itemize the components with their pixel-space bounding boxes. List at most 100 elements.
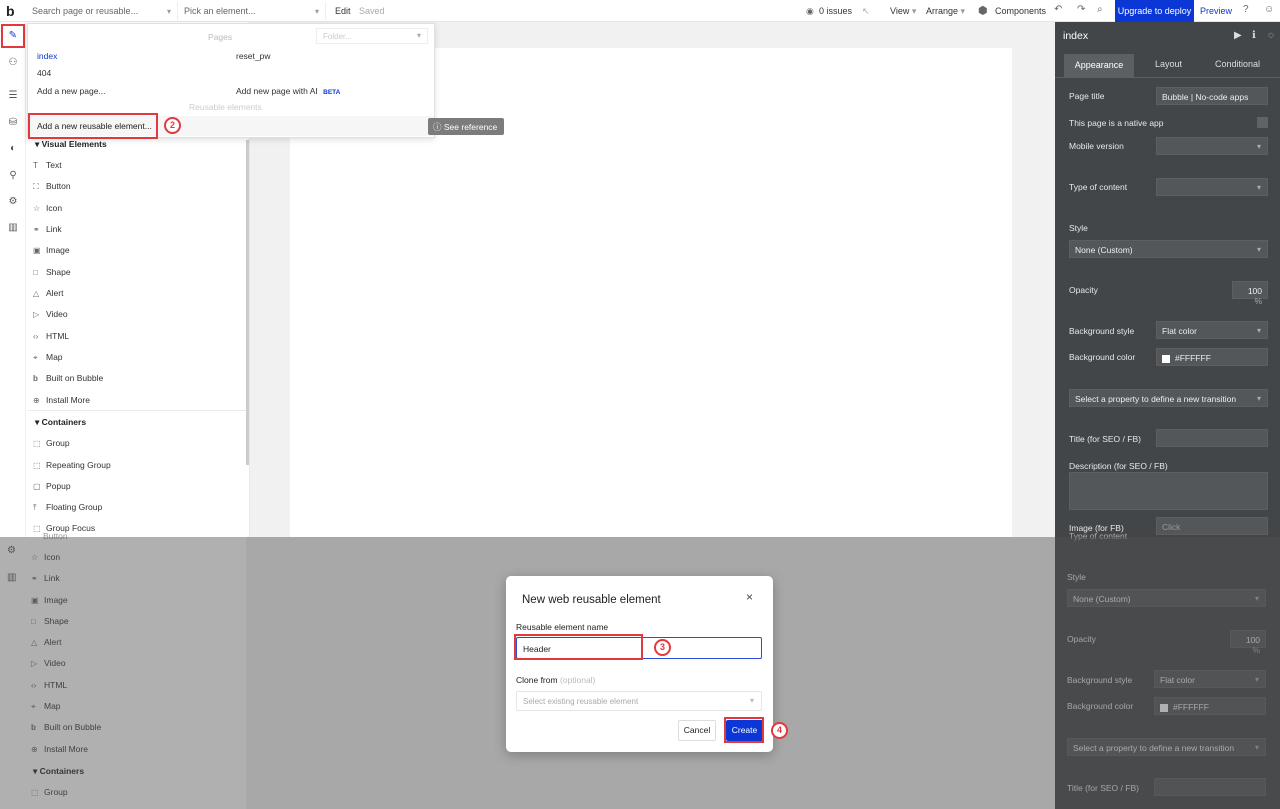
play-icon[interactable]: ▶ xyxy=(1234,30,1242,41)
element-built-on-bubble[interactable]: b Built on Bubble xyxy=(33,373,103,383)
tab-appearance[interactable]: Appearance xyxy=(1064,54,1134,77)
page-item-404[interactable]: 404 xyxy=(37,68,51,78)
seo-description-input[interactable] xyxy=(1069,472,1268,510)
saved-status: Saved xyxy=(359,6,385,16)
page-item-reset-pw[interactable]: reset_pw xyxy=(236,51,271,61)
opacity-unit: % xyxy=(1254,296,1262,306)
element-install-more[interactable]: ⊕ Install More xyxy=(33,395,90,405)
element-picker-label: Pick an element... xyxy=(184,6,256,16)
type-of-content-label: Type of content xyxy=(1069,182,1128,192)
add-page-with-ai[interactable]: Add new page with AI BETA xyxy=(236,86,340,96)
element-repeating-group[interactable]: ⬚ Repeating Group xyxy=(33,460,111,470)
element-group[interactable]: ⬚ Group xyxy=(33,438,70,448)
chevron-down-icon: ▾ xyxy=(1256,245,1261,254)
styles-icon[interactable]: ◐ xyxy=(7,143,19,155)
page-title-input[interactable]: Bubble | No-code apps xyxy=(1156,87,1268,105)
preview-button[interactable]: Preview xyxy=(1200,6,1232,16)
comment-icon[interactable]: ◌ xyxy=(1268,30,1274,41)
native-app-checkbox[interactable] xyxy=(1257,117,1268,128)
element-video[interactable]: ▷ Video xyxy=(33,309,68,319)
database-icon[interactable]: ⛁ xyxy=(7,117,19,129)
bubble-icon: b xyxy=(33,374,38,383)
bg-style-select[interactable]: Flat color ▾ xyxy=(1156,321,1268,339)
element-label: Repeating Group xyxy=(46,460,111,470)
see-reference-button[interactable]: ⓘ See reference xyxy=(428,118,504,135)
data-icon[interactable]: ☰ xyxy=(7,90,19,102)
native-app-label: This page is a native app xyxy=(1069,118,1164,128)
clone-from-select[interactable]: Select existing reusable element ▾ xyxy=(516,691,762,711)
tab-conditional[interactable]: Conditional xyxy=(1215,59,1260,69)
undo-icon[interactable]: ↶ xyxy=(1054,4,1062,15)
settings-icon[interactable]: ⚙ xyxy=(7,196,19,208)
video-icon: ▷ xyxy=(33,310,40,319)
plus-circle-icon: ⊕ xyxy=(33,396,40,405)
view-label: View xyxy=(890,6,910,16)
eye-icon: ◉ xyxy=(806,6,814,16)
account-icon[interactable]: ☺ xyxy=(1264,4,1274,15)
info-icon[interactable]: ℹ xyxy=(1252,30,1256,41)
components-button[interactable]: Components xyxy=(995,6,1046,16)
annotation-box-1 xyxy=(1,24,25,48)
modal-title: New web reusable element xyxy=(522,594,661,606)
cancel-button[interactable]: Cancel xyxy=(678,720,716,741)
style-select[interactable]: None (Custom) ▾ xyxy=(1069,240,1268,258)
image-fb-uploader[interactable]: Click xyxy=(1156,517,1268,535)
edit-menu[interactable]: Edit xyxy=(335,6,351,16)
redo-icon[interactable]: ↷ xyxy=(1077,4,1085,15)
element-icon[interactable]: ☆ Icon xyxy=(33,203,62,213)
element-text[interactable]: T Text xyxy=(33,160,62,170)
mobile-version-select[interactable]: ▾ xyxy=(1156,137,1268,155)
add-new-page[interactable]: Add a new page... xyxy=(37,86,106,96)
help-icon[interactable]: ? xyxy=(1243,4,1249,15)
logs-icon[interactable]: ▥ xyxy=(7,222,19,234)
upgrade-button[interactable]: Upgrade to deploy xyxy=(1115,0,1194,22)
opacity-input[interactable]: 100 % xyxy=(1232,281,1268,306)
pages-header: Pages xyxy=(208,32,233,42)
chevron-down-icon: ▾ xyxy=(416,31,421,40)
issues-counter[interactable]: 0 issues xyxy=(819,6,852,16)
beta-badge: BETA xyxy=(323,89,341,96)
containers-header[interactable]: ▾ Containers xyxy=(35,417,86,428)
element-shape[interactable]: □ Shape xyxy=(33,267,71,277)
repeating-group-icon: ⬚ xyxy=(33,461,41,470)
element-alert[interactable]: △ Alert xyxy=(33,288,63,298)
tab-divider xyxy=(1055,77,1280,78)
map-pin-icon: ⌖ xyxy=(33,353,38,362)
element-floating-group[interactable]: ⤒ Floating Group xyxy=(33,502,102,513)
plugins-icon[interactable]: ⚲ xyxy=(7,170,19,182)
panel-scrollbar[interactable] xyxy=(246,140,249,465)
chevron-down-icon: ▾ xyxy=(911,6,917,16)
chevron-down-icon: ▾ xyxy=(1256,326,1261,335)
bubble-logo[interactable]: b xyxy=(6,3,15,19)
transition-select[interactable]: Select a property to define a new transi… xyxy=(1069,389,1268,407)
view-menu[interactable]: View ▾ xyxy=(890,6,916,17)
chevron-down-icon: ▾ xyxy=(749,696,754,705)
element-picker-dropdown[interactable]: Pick an element... ▾ xyxy=(178,2,326,20)
element-image[interactable]: ▣ Image xyxy=(33,245,70,255)
containers-header-label: Containers xyxy=(41,417,87,427)
style-label: Style xyxy=(1069,223,1088,233)
element-button[interactable]: ⛶ Button xyxy=(33,181,71,192)
bg-style-value: Flat color xyxy=(1162,326,1197,336)
search-icon[interactable]: ⌕ xyxy=(1097,4,1103,15)
element-html[interactable]: ‹› HTML xyxy=(33,331,69,341)
arrange-menu[interactable]: Arrange ▾ xyxy=(926,6,965,17)
page-search-dropdown[interactable]: Search page or reusable... ▾ xyxy=(26,2,178,20)
cursor-icon[interactable]: ↖ xyxy=(862,6,870,17)
popup-icon: ▢ xyxy=(33,482,41,491)
group-icon: ⬚ xyxy=(33,439,41,448)
workflow-icon[interactable]: ⚇ xyxy=(7,57,19,69)
element-link[interactable]: ⚭ Link xyxy=(33,224,62,234)
annotation-box-2 xyxy=(28,113,158,139)
element-label: Group xyxy=(46,438,70,448)
element-popup[interactable]: ▢ Popup xyxy=(33,481,71,491)
seo-title-input[interactable] xyxy=(1156,429,1268,447)
page-item-index[interactable]: index xyxy=(37,51,57,61)
bg-color-picker[interactable]: #FFFFFF xyxy=(1156,348,1268,366)
type-of-content-select[interactable]: ▾ xyxy=(1156,178,1268,196)
tab-layout[interactable]: Layout xyxy=(1155,59,1182,69)
folder-select[interactable]: Folder... ▾ xyxy=(316,28,428,44)
element-map[interactable]: ⌖ Map xyxy=(33,352,63,363)
visual-elements-header[interactable]: ▾ Visual Elements xyxy=(35,139,107,150)
close-icon[interactable]: × xyxy=(746,590,753,604)
